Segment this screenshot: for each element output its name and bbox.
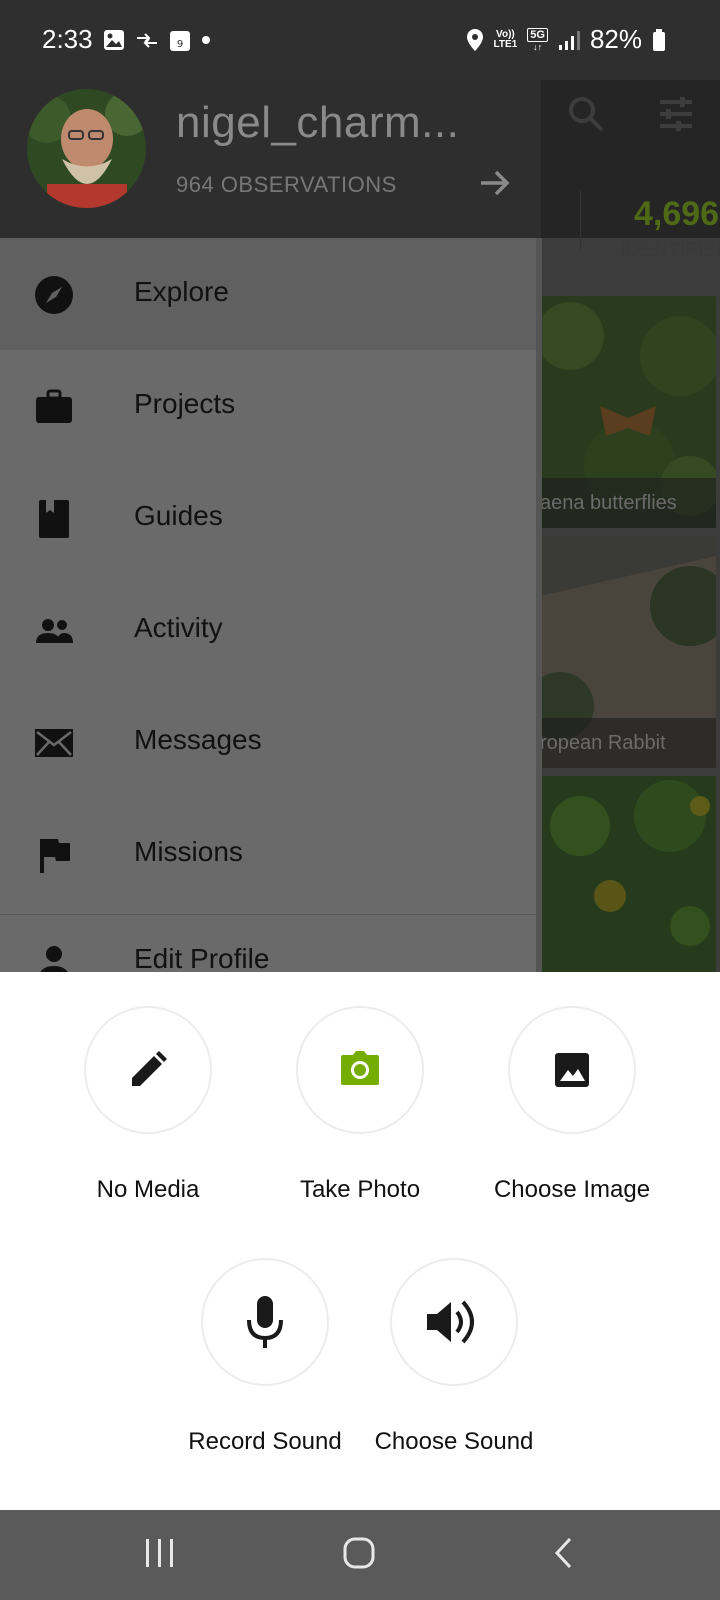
network-volte: Vo)) — [496, 28, 515, 40]
pencil-icon — [132, 1051, 167, 1086]
envelope-icon — [35, 729, 73, 757]
observation-tile — [540, 776, 716, 972]
drawer-item-activity[interactable]: Activity — [0, 574, 536, 686]
drawer-item-missions[interactable]: Missions — [0, 798, 536, 910]
tile-caption: ropean Rabbit — [540, 718, 716, 768]
search-icon — [569, 97, 604, 132]
drawer-edge-shadow — [536, 238, 542, 972]
drawer-item-messages[interactable]: Messages — [0, 686, 536, 798]
drawer-item-projects[interactable]: Projects — [0, 350, 536, 462]
observation-tile: ropean Rabbit — [540, 536, 716, 768]
choose-image-button[interactable] — [508, 1006, 636, 1134]
option-label: Choose Sound — [374, 1428, 534, 1455]
choose-sound-button[interactable] — [390, 1258, 518, 1386]
network-lte: LTE1 — [493, 38, 518, 50]
option-label: Choose Image — [493, 1176, 651, 1203]
status-time: 2:33 — [42, 24, 93, 54]
observation-tile: aena butterflies — [540, 296, 716, 528]
system-nav-bar — [0, 1510, 720, 1600]
speaker-icon — [427, 1300, 474, 1344]
navigation-drawer: Explore Projects Guides Activity Message… — [0, 238, 536, 972]
option-label: Take Photo — [299, 1176, 421, 1203]
camera-icon — [341, 1051, 379, 1085]
network-5g: 5G — [527, 27, 548, 42]
avatar[interactable] — [27, 89, 146, 208]
book-icon — [39, 500, 69, 538]
drawer-item-guides[interactable]: Guides — [0, 462, 536, 574]
dot-icon — [202, 36, 210, 44]
username[interactable]: nigel_charm... — [176, 98, 459, 148]
microphone-icon — [247, 1296, 283, 1348]
tile-caption: aena butterflies — [540, 478, 716, 528]
no-media-button[interactable] — [84, 1006, 212, 1134]
signal-icon — [558, 30, 580, 50]
battery-icon — [653, 28, 665, 51]
filter-icon — [660, 97, 692, 131]
choose-sound-option[interactable]: Choose Sound — [364, 1258, 544, 1456]
record-sound-button[interactable] — [201, 1258, 329, 1386]
no-media-option[interactable]: No Media — [58, 1006, 238, 1204]
battery-percent: 82% — [589, 24, 642, 54]
drawer-item-label: Guides — [134, 500, 223, 531]
people-icon — [36, 619, 73, 643]
choose-image-option[interactable]: Choose Image — [482, 1006, 662, 1204]
observations-count[interactable]: 964 OBSERVATIONS — [176, 172, 397, 198]
gallery-notification-icon — [104, 30, 124, 50]
recent-apps-button[interactable] — [143, 1535, 177, 1571]
arrow-right-icon[interactable] — [478, 166, 512, 200]
identifiers-label: IDENTIFIER — [620, 239, 720, 261]
drawer-header: nigel_charm... 964 OBSERVATIONS — [0, 80, 541, 238]
take-photo-option[interactable]: Take Photo — [270, 1006, 450, 1204]
drawer-item-edit-profile[interactable]: Edit Profile — [0, 914, 536, 972]
flag-icon — [40, 839, 70, 873]
home-button[interactable] — [342, 1535, 378, 1571]
transfer-notification-icon — [137, 33, 157, 48]
option-label: Record Sound — [188, 1428, 342, 1455]
drawer-item-explore[interactable]: Explore — [0, 238, 536, 350]
status-bar: 2:33 9 Vo)) LTE1 5G ↓↑ 82% — [0, 0, 720, 80]
drawer-item-label: Projects — [134, 388, 236, 419]
compass-icon — [35, 276, 73, 314]
person-icon — [40, 946, 68, 972]
drawer-item-label: Edit Profile — [134, 943, 270, 972]
location-icon — [466, 28, 483, 51]
option-label: No Media — [96, 1176, 200, 1203]
drawer-item-label: Explore — [134, 276, 229, 307]
record-sound-option[interactable]: Record Sound — [175, 1258, 355, 1456]
identifiers-count: 4,696 — [634, 195, 720, 233]
add-observation-sheet: No Media Take Photo Choose Image Record … — [0, 972, 720, 1510]
calendar-notification-icon: 9 — [170, 31, 190, 51]
drawer-item-label: Missions — [134, 836, 243, 867]
drawer-item-label: Messages — [134, 724, 262, 755]
back-button[interactable] — [552, 1535, 576, 1571]
plant-photo — [540, 776, 716, 972]
svg-text:9: 9 — [177, 39, 183, 50]
image-icon — [555, 1053, 589, 1087]
drawer-item-label: Activity — [134, 612, 223, 643]
briefcase-icon — [36, 389, 72, 423]
take-photo-button[interactable] — [296, 1006, 424, 1134]
